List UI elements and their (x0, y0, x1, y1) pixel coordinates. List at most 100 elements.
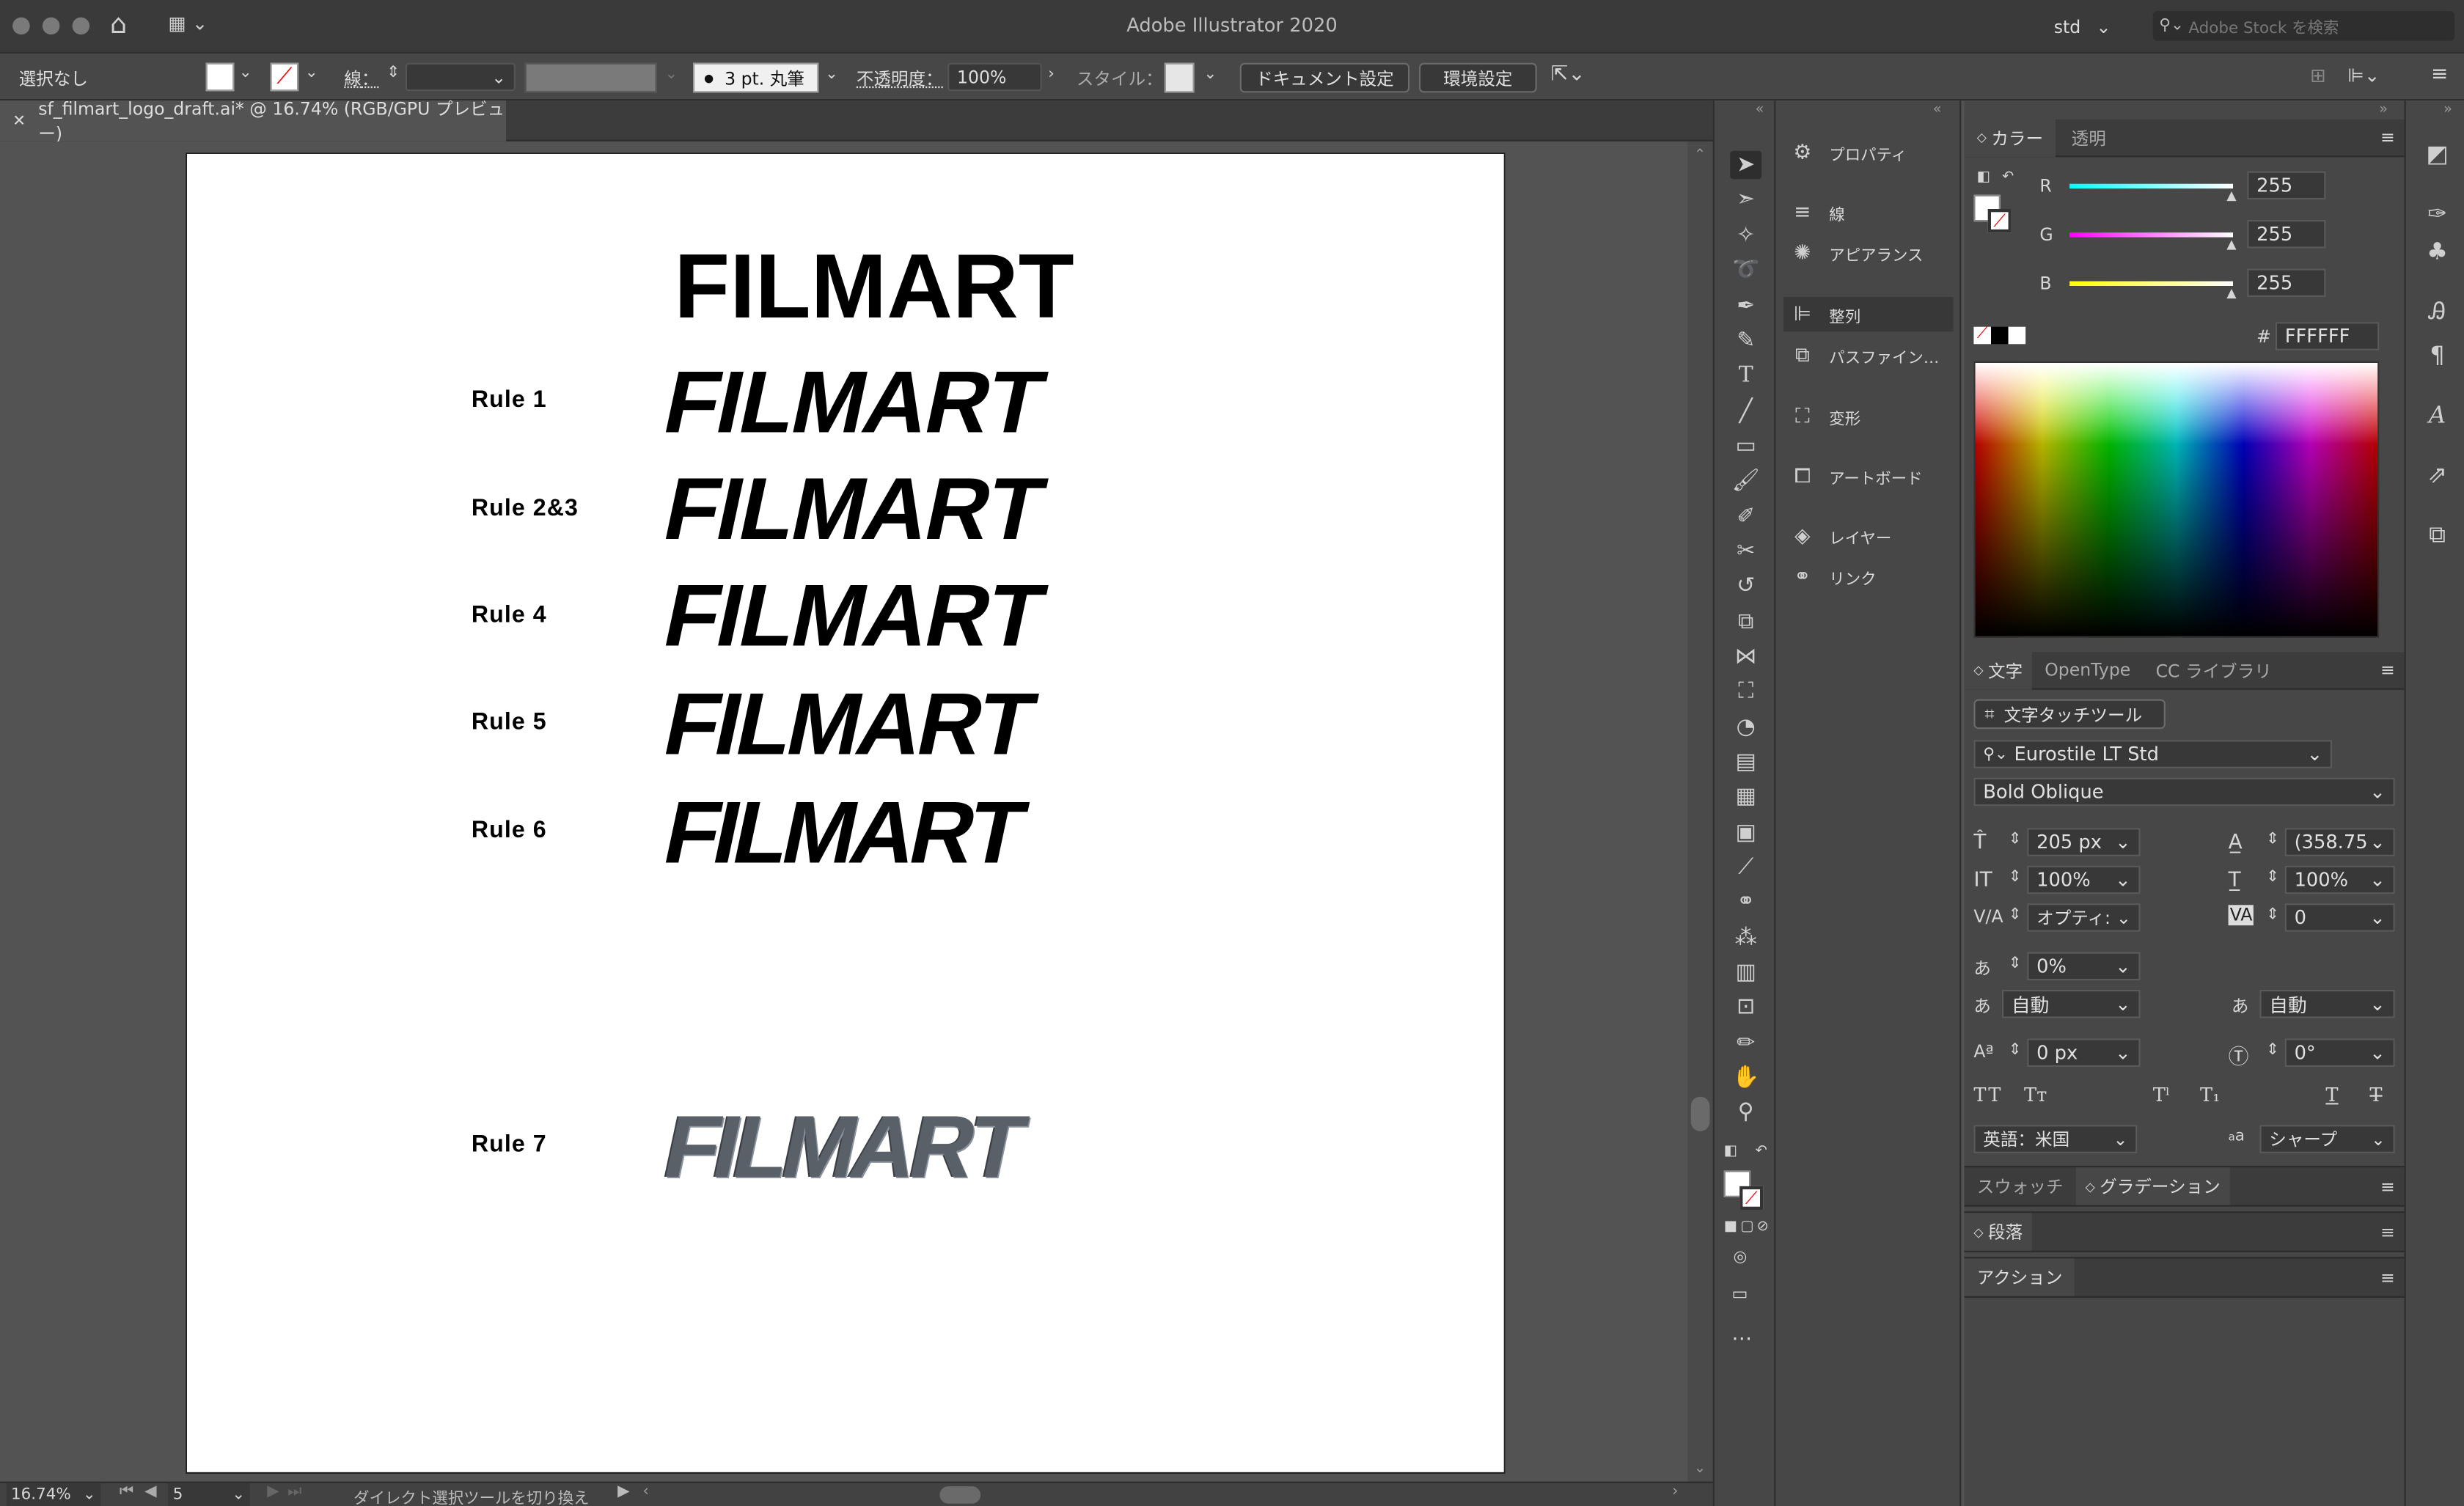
g-slider[interactable] (2069, 232, 2233, 238)
stroke-swatch[interactable]: ⟋ (270, 62, 299, 92)
asset-export-icon[interactable]: ⧉ (2421, 518, 2453, 550)
collapse-icon[interactable]: « (1933, 102, 1942, 117)
vertical-scale-field[interactable]: 100% ⌄ (2027, 865, 2141, 895)
horizontal-scroll-thumb[interactable] (939, 1486, 981, 1504)
stepper-icon[interactable]: ⇕ (2009, 955, 2022, 973)
panel-layers[interactable]: ◈ レイヤー (1789, 518, 1891, 553)
swap-colors-icon[interactable]: ↶ (1756, 1144, 1767, 1159)
brushes-panel-icon[interactable]: ✑ (2421, 198, 2453, 229)
fill-swatch[interactable] (205, 62, 235, 92)
font-size-field[interactable]: 205 px ⌄ (2027, 828, 2141, 856)
aki-left-field[interactable]: 自動 ⌄ (2002, 990, 2141, 1018)
status-menu-icon[interactable]: ▶ (617, 1483, 630, 1501)
blend-tool-icon[interactable]: ⚭ (1730, 888, 1761, 917)
align-options-icon[interactable]: ⊞ (2310, 65, 2326, 87)
baseline-shift-field[interactable]: 0 px ⌄ (2027, 1038, 2141, 1067)
next-artboard-icon[interactable]: ▶ (267, 1483, 279, 1501)
white-swatch[interactable] (2008, 326, 2026, 345)
small-caps-icon[interactable]: Tт (2024, 1084, 2047, 1106)
logo-rule-7-textured[interactable]: FILMART (656, 1097, 1030, 1196)
stepper-icon[interactable]: ⇕ (2009, 1042, 2022, 1059)
chevron-right-icon[interactable]: › (1048, 66, 1055, 84)
scroll-left-icon[interactable]: ‹ (642, 1483, 649, 1501)
hex-field[interactable]: FFFFFF (2275, 322, 2380, 350)
panel-menu-icon[interactable]: ≡ (2380, 1267, 2395, 1288)
glyphs-panel-icon[interactable]: A (2421, 399, 2453, 430)
leading-field[interactable]: (358.75 ⌄ (2284, 828, 2395, 856)
workspace-switcher[interactable]: std ⌄ (2054, 12, 2111, 41)
panel-properties[interactable]: ⚙ プロパティ (1789, 135, 1907, 169)
stroke-label[interactable]: 線： (344, 66, 378, 91)
stepper-icon[interactable]: ⇕ (2009, 831, 2022, 849)
gradient-panel-icon[interactable]: ◩ (2421, 139, 2453, 170)
color-stroke-box[interactable]: ⟋ (1987, 209, 2012, 233)
scroll-up-icon[interactable]: ⌃ (1694, 147, 1706, 163)
strikethrough-icon[interactable]: T (2369, 1084, 2382, 1106)
selection-tool-icon[interactable]: ➤ (1730, 150, 1762, 180)
free-transform-tool-icon[interactable]: ⛶ (1730, 677, 1761, 706)
paragraph-styles-icon[interactable]: ¶ (2421, 339, 2453, 371)
r-slider-handle[interactable]: ▲ (2226, 188, 2236, 202)
symbol-sprayer-tool-icon[interactable]: ⁂ (1730, 924, 1761, 952)
pen-tool-icon[interactable]: ✒ (1730, 293, 1761, 321)
panel-artboards[interactable]: ⧠ アートボード (1789, 459, 1923, 493)
chevron-down-icon[interactable]: ⌄ (1203, 66, 1217, 84)
opacity-label[interactable]: 不透明度： (857, 66, 943, 91)
stepper-icon[interactable]: ⇕ (2266, 869, 2279, 886)
zoom-dropdown[interactable]: 16.74% ⌄ (6, 1483, 101, 1506)
panel-menu-icon[interactable]: ≡ (2380, 1176, 2395, 1197)
b-slider-handle[interactable]: ▲ (2226, 286, 2236, 300)
logo-rule-4[interactable]: FILMART (656, 565, 1052, 664)
prev-artboard-icon[interactable]: ◀ (144, 1483, 157, 1501)
tab-gradient[interactable]: ◇ グラデーション (2075, 1167, 2230, 1205)
default-fill-stroke-icon[interactable]: ◧ (1977, 169, 1990, 185)
panel-menu-icon[interactable]: ≡ (2431, 63, 2448, 87)
chevron-down-icon[interactable]: ⌄ (239, 65, 252, 82)
curvature-tool-icon[interactable]: ✎ (1730, 327, 1761, 356)
close-tab-icon[interactable]: ✕ (12, 112, 26, 130)
opacity-field[interactable]: 100% (947, 62, 1042, 92)
character-styles-icon[interactable]: Ꭿ (2421, 295, 2453, 327)
eyedropper-tool-icon[interactable]: ⟋ (1730, 853, 1761, 882)
artboard-number-dropdown[interactable]: 5 ⌄ (168, 1483, 250, 1506)
artboard[interactable]: FILMART Rule 1 FILMART Rule 2&3 FILMART … (185, 152, 1506, 1474)
all-caps-icon[interactable]: TT (1973, 1084, 2002, 1106)
default-colors-icon[interactable]: ◧ (1724, 1144, 1737, 1159)
none-swatch[interactable]: ⟋ (1973, 326, 1991, 345)
zoom-tool-icon[interactable]: ⚲ (1730, 1098, 1761, 1127)
draw-mode-icon[interactable]: ◎ (1734, 1249, 1748, 1267)
superscript-icon[interactable]: Tˡ (2153, 1084, 2170, 1106)
document-settings-button[interactable]: ドキュメント設定 (1239, 62, 1410, 93)
scale-tool-icon[interactable]: ⧉ (1730, 608, 1761, 636)
font-style-field[interactable]: Bold Oblique ⌄ (1973, 777, 2395, 807)
scissors-tool-icon[interactable]: ✂ (1730, 537, 1761, 566)
paintbrush-tool-icon[interactable]: 🖌 (1730, 466, 1761, 495)
stepper-icon[interactable]: ⇕ (2266, 831, 2279, 849)
r-value-field[interactable]: 255 (2247, 171, 2326, 200)
panel-menu-icon[interactable]: ≡ (2380, 660, 2395, 680)
tab-cc-libraries[interactable]: CC ライブラリ (2143, 658, 2284, 683)
antialias-field[interactable]: シャープ ⌄ (2259, 1125, 2395, 1153)
lasso-tool-icon[interactable]: ➰ (1730, 256, 1761, 284)
first-artboard-icon[interactable]: ⏮ (120, 1483, 133, 1501)
panel-stroke[interactable]: ≡ 線 (1789, 195, 1845, 229)
shaper-tool-icon[interactable]: ✐ (1730, 503, 1761, 532)
screen-mode-icon[interactable]: ▭ (1731, 1284, 1748, 1304)
stepper-icon[interactable]: ⇕ (2009, 906, 2022, 924)
tab-transparency[interactable]: 透明 (2056, 125, 2122, 150)
collapse-icon[interactable]: » (2379, 102, 2388, 117)
collapse-icon[interactable]: » (2443, 102, 2452, 117)
color-mode-icons[interactable]: ■▢⊘ (1724, 1219, 1772, 1235)
character-rotation-field[interactable]: 0° ⌄ (2284, 1038, 2395, 1067)
logo-rule-1[interactable]: FILMART (656, 352, 1052, 451)
last-artboard-icon[interactable]: ⏭ (287, 1483, 301, 1501)
chevron-down-icon[interactable]: ⌄ (305, 65, 318, 82)
font-family-field[interactable]: ⚲⌄ Eurostile LT Std ⌄ (1973, 740, 2332, 768)
perspective-grid-tool-icon[interactable]: ▤ (1730, 748, 1761, 776)
arrange-documents-icon[interactable]: ⇱⌄ (1551, 63, 1585, 87)
tab-opentype[interactable]: OpenType (2032, 660, 2143, 680)
logo-original[interactable]: FILMART (674, 241, 1074, 333)
symbols-panel-icon[interactable]: ♣ (2421, 235, 2453, 267)
kerning-field[interactable]: オプティ: ⌄ (2027, 903, 2141, 932)
language-field[interactable]: 英語：米国 ⌄ (1973, 1125, 2138, 1153)
